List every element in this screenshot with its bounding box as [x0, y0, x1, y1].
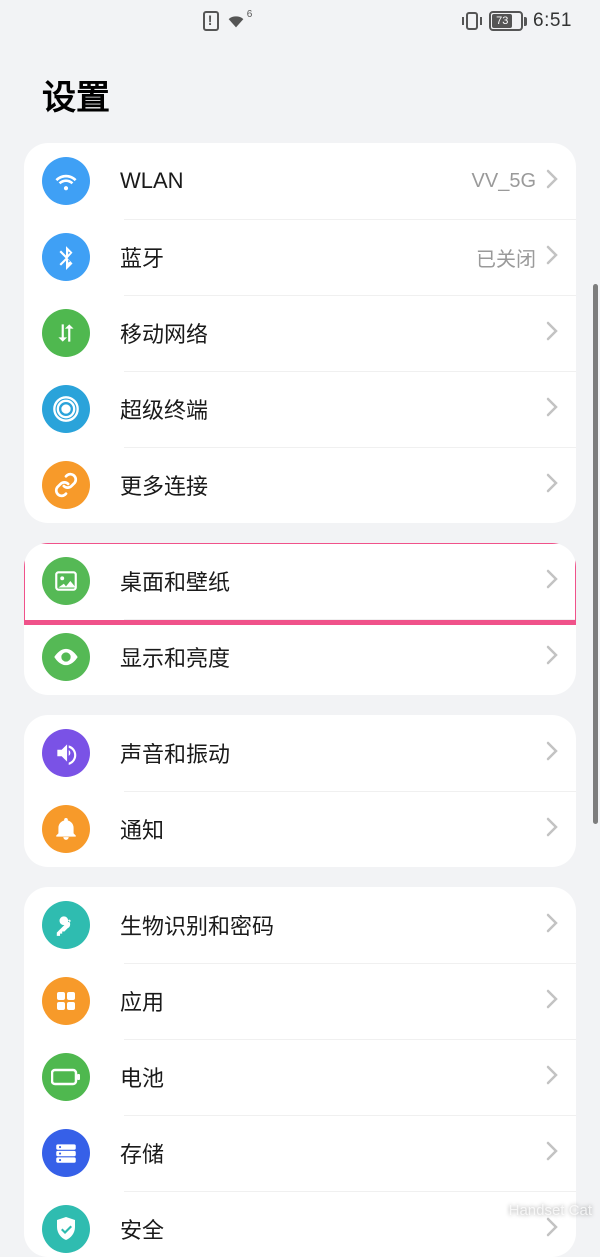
chevron-right-icon	[546, 397, 558, 422]
row-label: 显示和亮度	[120, 641, 540, 673]
status-left: 6	[0, 11, 461, 31]
bluetooth-icon	[42, 233, 90, 281]
row-super-device[interactable]: 超级终端	[24, 371, 576, 447]
chevron-right-icon	[546, 817, 558, 842]
watermark: Handset Cat	[477, 1197, 592, 1223]
chevron-right-icon	[546, 1141, 558, 1166]
storage-icon	[42, 1129, 90, 1177]
row-label: 蓝牙	[120, 241, 476, 273]
settings-group-sound: 声音和振动 通知	[24, 715, 576, 867]
row-storage[interactable]: 存储	[24, 1115, 576, 1191]
bell-icon	[42, 805, 90, 853]
page-title: 设置	[0, 42, 600, 143]
picture-icon	[42, 557, 90, 605]
battery-icon	[42, 1053, 90, 1101]
mobile-data-icon	[42, 309, 90, 357]
row-mobile-network[interactable]: 移动网络	[24, 295, 576, 371]
chevron-right-icon	[546, 989, 558, 1014]
row-label: 更多连接	[120, 469, 540, 501]
row-biometrics-password[interactable]: 生物识别和密码	[24, 887, 576, 963]
row-label: 存储	[120, 1137, 540, 1169]
row-sound-vibration[interactable]: 声音和振动	[24, 715, 576, 791]
apps-grid-icon	[42, 977, 90, 1025]
scrollbar[interactable]	[593, 284, 598, 824]
row-battery[interactable]: 电池	[24, 1039, 576, 1115]
volume-icon	[42, 729, 90, 777]
row-home-wallpaper[interactable]: 桌面和壁纸	[24, 543, 576, 619]
sim-alert-icon	[203, 11, 219, 31]
chevron-right-icon	[546, 913, 558, 938]
row-more-connections[interactable]: 更多连接	[24, 447, 576, 523]
row-value: VV_5G	[472, 170, 536, 193]
shield-icon	[42, 1205, 90, 1253]
row-label: 电池	[120, 1061, 540, 1093]
row-display-brightness[interactable]: 显示和亮度	[24, 619, 576, 695]
chevron-right-icon	[546, 569, 558, 594]
row-label: 生物识别和密码	[120, 909, 540, 941]
watermark-text: Handset Cat	[509, 1202, 592, 1219]
battery-percent: 73	[492, 14, 512, 28]
row-wlan[interactable]: WLAN VV_5G	[24, 143, 576, 219]
radar-icon	[42, 385, 90, 433]
chevron-right-icon	[546, 473, 558, 498]
settings-list: WLAN VV_5G 蓝牙 已关闭 移动网络 超级终端	[0, 143, 600, 1257]
battery-indicator: 73	[489, 11, 527, 31]
row-apps[interactable]: 应用	[24, 963, 576, 1039]
row-label: 移动网络	[120, 317, 540, 349]
chevron-right-icon	[546, 169, 558, 194]
row-notifications[interactable]: 通知	[24, 791, 576, 867]
row-label: 声音和振动	[120, 737, 540, 769]
wifi-icon	[42, 157, 90, 205]
status-bar: 6 73 6:51	[0, 0, 600, 42]
chevron-right-icon	[546, 245, 558, 270]
chevron-right-icon	[546, 741, 558, 766]
chevron-right-icon	[546, 321, 558, 346]
row-label: 桌面和壁纸	[120, 565, 540, 597]
link-icon	[42, 461, 90, 509]
row-label: 通知	[120, 813, 540, 845]
chevron-right-icon	[546, 645, 558, 670]
wifi-gen-label: 6	[247, 9, 253, 20]
clock: 6:51	[533, 10, 572, 32]
settings-group-connectivity: WLAN VV_5G 蓝牙 已关闭 移动网络 超级终端	[24, 143, 576, 523]
paw-icon	[477, 1197, 503, 1223]
row-label: 超级终端	[120, 393, 540, 425]
chevron-right-icon	[546, 1065, 558, 1090]
wifi-6-icon	[225, 12, 247, 30]
row-label: 应用	[120, 985, 540, 1017]
row-bluetooth[interactable]: 蓝牙 已关闭	[24, 219, 576, 295]
vibrate-icon	[461, 11, 483, 31]
row-label: WLAN	[120, 168, 472, 194]
row-value: 已关闭	[476, 243, 536, 272]
eye-icon	[42, 633, 90, 681]
key-icon	[42, 901, 90, 949]
status-right: 73 6:51	[461, 10, 572, 32]
settings-group-display: 桌面和壁纸 显示和亮度	[24, 543, 576, 695]
